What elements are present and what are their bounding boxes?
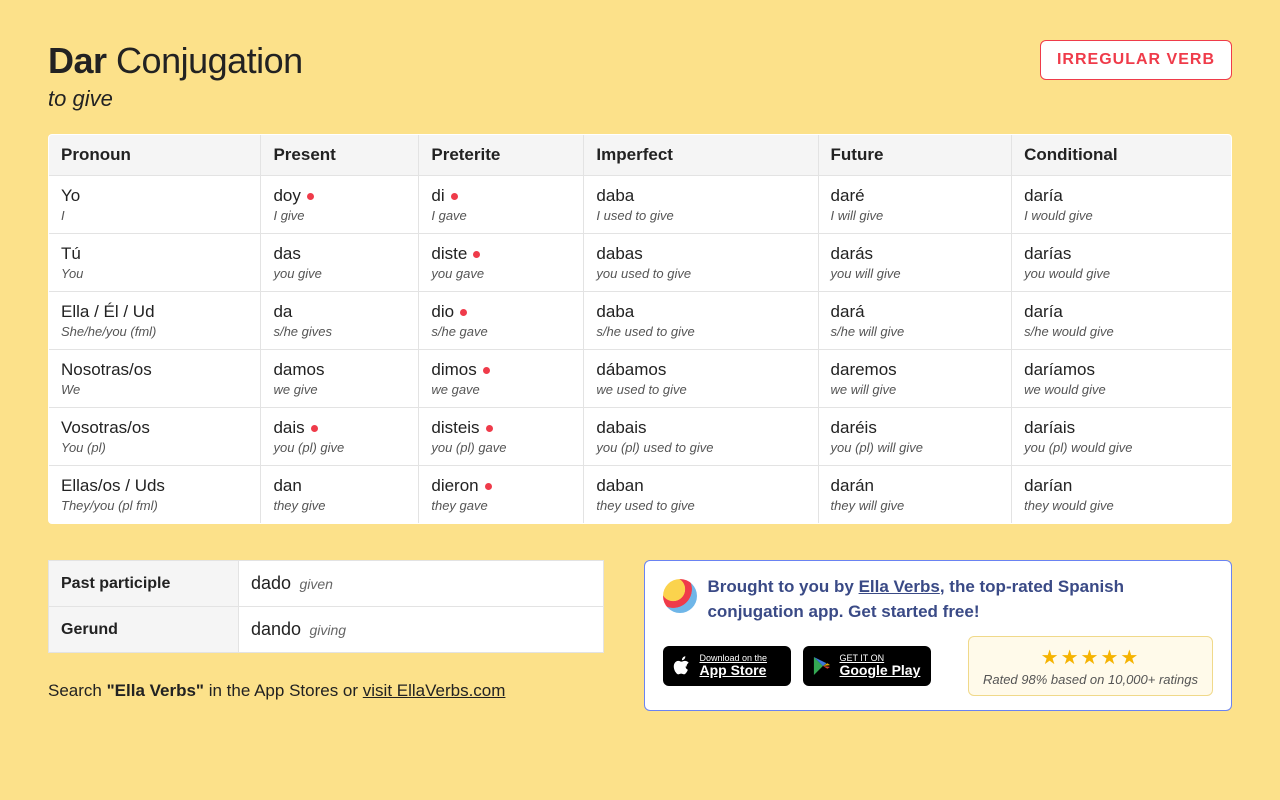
- conjugation-cell: darías/he would give: [1012, 292, 1232, 350]
- conjugation-cell: dabaisyou (pl) used to give: [584, 408, 818, 466]
- participle-value: dando giving: [239, 607, 604, 653]
- irregular-dot-icon: [307, 193, 314, 200]
- conjugation-cell: daisyou (pl) give: [261, 408, 419, 466]
- column-header: Conditional: [1012, 135, 1232, 176]
- conjugation-cell: daríanthey would give: [1012, 466, 1232, 524]
- conjugation-cell: diI gave: [419, 176, 584, 234]
- conjugation-cell: daréI will give: [818, 176, 1012, 234]
- table-row: TúYoudasyou givedisteyou gavedabasyou us…: [49, 234, 1232, 292]
- page-title: Dar Conjugation: [48, 40, 303, 82]
- conjugation-cell: dimoswe gave: [419, 350, 584, 408]
- promo-text: Brought to you by Ella Verbs, the top-ra…: [707, 575, 1213, 624]
- table-row: Ella / Él / UdShe/he/you (fml)das/he giv…: [49, 292, 1232, 350]
- conjugation-cell: dabas/he used to give: [584, 292, 818, 350]
- irregular-dot-icon: [460, 309, 467, 316]
- conjugation-cell: disteyou gave: [419, 234, 584, 292]
- google-play-button[interactable]: GET IT ONGoogle Play: [803, 646, 931, 686]
- column-header: Preterite: [419, 135, 584, 176]
- pronoun-cell: YoI: [49, 176, 261, 234]
- irregular-dot-icon: [483, 367, 490, 374]
- conjugation-cell: dabasyou used to give: [584, 234, 818, 292]
- search-note: Search "Ella Verbs" in the App Stores or…: [48, 681, 604, 701]
- irregular-dot-icon: [451, 193, 458, 200]
- column-header: Imperfect: [584, 135, 818, 176]
- apple-icon: [673, 656, 691, 676]
- participle-label: Gerund: [49, 607, 239, 653]
- play-icon: [813, 656, 831, 676]
- irregular-dot-icon: [485, 483, 492, 490]
- conjugation-table: PronounPresentPreteriteImperfectFutureCo…: [48, 134, 1232, 524]
- participle-row: Gerunddando giving: [49, 607, 604, 653]
- column-header: Pronoun: [49, 135, 261, 176]
- table-row: Nosotras/osWedamoswe givedimoswe gavedáb…: [49, 350, 1232, 408]
- conjugation-cell: daríaI would give: [1012, 176, 1232, 234]
- conjugation-cell: daríasyou would give: [1012, 234, 1232, 292]
- app-store-button[interactable]: Download on theApp Store: [663, 646, 791, 686]
- conjugation-cell: daránthey will give: [818, 466, 1012, 524]
- conjugation-cell: daríamoswe would give: [1012, 350, 1232, 408]
- rating-box: ★★★★★ Rated 98% based on 10,000+ ratings: [968, 636, 1213, 696]
- participles-table: Past participledado givenGerunddando giv…: [48, 560, 604, 653]
- pronoun-cell: Ella / Él / UdShe/he/you (fml): [49, 292, 261, 350]
- conjugation-cell: daréisyou (pl) will give: [818, 408, 1012, 466]
- irregular-badge: IRREGULAR VERB: [1040, 40, 1232, 80]
- table-row: Vosotras/osYou (pl)daisyou (pl) givedist…: [49, 408, 1232, 466]
- pronoun-cell: Vosotras/osYou (pl): [49, 408, 261, 466]
- conjugation-cell: dieronthey gave: [419, 466, 584, 524]
- pronoun-cell: TúYou: [49, 234, 261, 292]
- table-row: Ellas/os / UdsThey/you (pl fml)danthey g…: [49, 466, 1232, 524]
- irregular-dot-icon: [311, 425, 318, 432]
- app-logo-icon: [663, 579, 697, 613]
- column-header: Present: [261, 135, 419, 176]
- conjugation-cell: daremoswe will give: [818, 350, 1012, 408]
- participle-row: Past participledado given: [49, 561, 604, 607]
- visit-link[interactable]: visit EllaVerbs.com: [363, 681, 506, 700]
- conjugation-cell: darásyou will give: [818, 234, 1012, 292]
- promo-box: Brought to you by Ella Verbs, the top-ra…: [644, 560, 1232, 711]
- column-header: Future: [818, 135, 1012, 176]
- conjugation-cell: daríaisyou (pl) would give: [1012, 408, 1232, 466]
- conjugation-cell: das/he gives: [261, 292, 419, 350]
- conjugation-cell: dios/he gave: [419, 292, 584, 350]
- conjugation-cell: dábamoswe used to give: [584, 350, 818, 408]
- pronoun-cell: Ellas/os / UdsThey/you (pl fml): [49, 466, 261, 524]
- ella-verbs-link[interactable]: Ella Verbs: [859, 577, 940, 596]
- pronoun-cell: Nosotras/osWe: [49, 350, 261, 408]
- table-row: YoIdoyI givediI gavedabaI used to giveda…: [49, 176, 1232, 234]
- stars-icon: ★★★★★: [983, 645, 1198, 670]
- irregular-dot-icon: [486, 425, 493, 432]
- conjugation-cell: danthey give: [261, 466, 419, 524]
- conjugation-cell: damoswe give: [261, 350, 419, 408]
- participle-value: dado given: [239, 561, 604, 607]
- participle-label: Past participle: [49, 561, 239, 607]
- conjugation-cell: dabaI used to give: [584, 176, 818, 234]
- verb-translation: to give: [48, 86, 303, 112]
- conjugation-cell: disteisyou (pl) gave: [419, 408, 584, 466]
- conjugation-cell: dabanthey used to give: [584, 466, 818, 524]
- conjugation-cell: doyI give: [261, 176, 419, 234]
- conjugation-cell: dasyou give: [261, 234, 419, 292]
- irregular-dot-icon: [473, 251, 480, 258]
- conjugation-cell: darás/he will give: [818, 292, 1012, 350]
